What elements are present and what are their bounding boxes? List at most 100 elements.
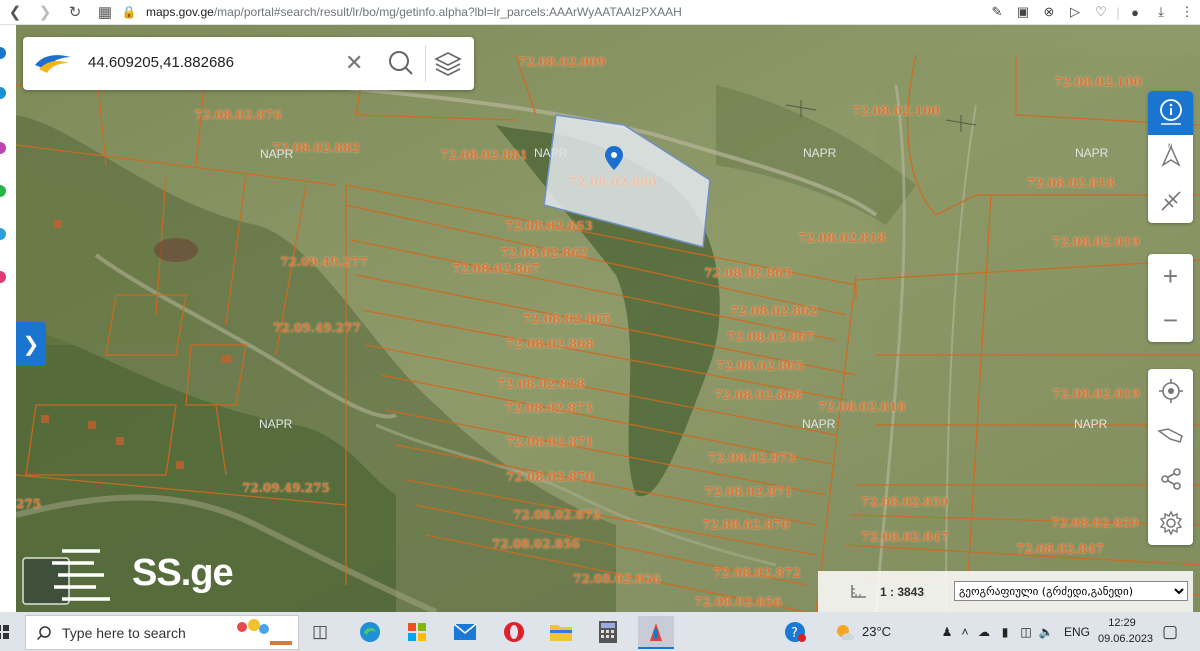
parcel-label: 72.08.02.867 bbox=[452, 262, 540, 276]
forward-icon[interactable]: ❯ bbox=[30, 0, 60, 24]
browser-toolbar: ❮ ❯ ↻ ▦ 🔒 maps.gov.ge/map/portal#search/… bbox=[0, 0, 1200, 25]
network-icon[interactable]: ◫ bbox=[1016, 625, 1036, 639]
parcel-label: 72.08.02.867 bbox=[727, 330, 815, 344]
ssge-watermark: SS.ge bbox=[22, 546, 252, 606]
north-arrow-button[interactable]: N bbox=[1148, 135, 1193, 179]
napr-label: NAPR bbox=[803, 146, 837, 160]
cloud-icon[interactable]: ☁ bbox=[974, 625, 994, 639]
measure-tool-button[interactable] bbox=[1148, 179, 1193, 223]
napr-label: NAPR bbox=[802, 417, 836, 431]
edit-icon[interactable]: ✎ bbox=[984, 4, 1010, 20]
send-icon[interactable]: ▷ bbox=[1062, 4, 1088, 20]
plus-icon: + bbox=[1162, 260, 1179, 291]
parcel-label: 72.08.02.100 bbox=[1054, 75, 1142, 89]
parcel-label: 72.08.02.818 bbox=[798, 231, 886, 245]
clear-icon[interactable]: ✕ bbox=[345, 50, 363, 76]
basemap-select[interactable]: გეოგრაფიული (გრძედი,განედი) bbox=[954, 581, 1188, 601]
parcel-label: 72.08.02.865 bbox=[716, 359, 804, 373]
profile-icon[interactable]: ● bbox=[1122, 5, 1148, 20]
people-icon[interactable]: ♟ bbox=[938, 625, 956, 639]
camera-icon[interactable]: ▣ bbox=[1010, 4, 1036, 20]
parcel-label: 72.08.02.880 bbox=[569, 175, 657, 189]
parcel-label: 72.08.02.873 bbox=[708, 451, 796, 465]
gear-icon bbox=[1159, 510, 1182, 536]
parcel-label: 72.08.02.019 bbox=[1052, 387, 1140, 401]
store-icon[interactable] bbox=[399, 616, 435, 647]
balloons-icon bbox=[237, 619, 292, 645]
draw-area-button[interactable] bbox=[1148, 413, 1193, 457]
parcel-label: 72.08.02.881 bbox=[440, 148, 528, 162]
search-icon[interactable] bbox=[387, 49, 415, 77]
browser-actions: ✎ ▣ ⊗ ▷ ♡ | ● ⤓ ⋮ bbox=[984, 0, 1200, 24]
search-icon bbox=[36, 625, 51, 640]
address-bar[interactable]: maps.gov.ge/map/portal#search/result/lr/… bbox=[146, 5, 682, 19]
parcel-label: 72.08.02.872 bbox=[513, 508, 601, 522]
zoom-controls: + − bbox=[1148, 254, 1193, 342]
edge-browser-icon[interactable] bbox=[352, 616, 388, 647]
side-app-icon[interactable] bbox=[0, 87, 6, 99]
parcel-label: 72.08.02.868 bbox=[506, 337, 594, 351]
parcel-label: 72.08.02.019 bbox=[1052, 235, 1140, 249]
side-app-icon[interactable] bbox=[0, 228, 6, 240]
shield-x-icon[interactable]: ⊗ bbox=[1036, 4, 1062, 20]
compass-icon: N bbox=[1160, 143, 1181, 167]
parcel-label: 72.08.02.876 bbox=[194, 108, 282, 122]
divider: | bbox=[1116, 4, 1120, 20]
settings-button[interactable] bbox=[1148, 501, 1193, 545]
active-app-icon[interactable] bbox=[638, 616, 674, 649]
side-app-icon[interactable] bbox=[0, 142, 6, 154]
ssge-logo-icon bbox=[22, 549, 110, 605]
volume-icon[interactable]: 🔈 bbox=[1036, 625, 1056, 639]
parcel-label: 72.08.02.871 bbox=[705, 485, 793, 499]
task-view-icon[interactable]: ◫ bbox=[302, 616, 338, 647]
search-input[interactable]: 44.609205,41.882686 bbox=[88, 54, 234, 71]
parcel-label: 72.08.02.868 bbox=[714, 388, 802, 402]
map-canvas[interactable]: 72.08.02.009 72.08.02.100 72.08.02.100 7… bbox=[16, 25, 1200, 612]
share-button[interactable] bbox=[1148, 457, 1193, 501]
back-icon[interactable]: ❮ bbox=[0, 0, 30, 24]
reload-icon[interactable]: ↻ bbox=[60, 0, 90, 24]
chevron-up-icon[interactable]: ˄ bbox=[956, 625, 974, 639]
parcel-label: 72.08.02.856 bbox=[573, 572, 661, 586]
weather-widget[interactable]: 23°C bbox=[834, 612, 891, 651]
system-tray: ♟ ˄ ☁ ▮ ◫ 🔈 ENG bbox=[938, 612, 1090, 651]
file-explorer-icon[interactable] bbox=[543, 616, 579, 647]
parcel-label: 72.09.49.277 bbox=[273, 321, 361, 335]
parcel-label: 72.08.02.847 bbox=[861, 530, 949, 544]
battery-icon[interactable]: ▮ bbox=[994, 625, 1016, 639]
help-icon[interactable]: ? bbox=[777, 616, 813, 647]
napr-label: NAPR bbox=[259, 417, 293, 431]
parcel-label: 72.08.02.009 bbox=[518, 55, 606, 69]
zoom-in-button[interactable]: + bbox=[1148, 254, 1193, 298]
parcel-label: 72.08.02.863 bbox=[704, 266, 792, 280]
calculator-icon[interactable] bbox=[590, 616, 626, 647]
taskbar-search[interactable]: Type here to search bbox=[25, 615, 299, 650]
opera-icon[interactable] bbox=[496, 616, 532, 647]
layers-icon[interactable] bbox=[433, 49, 463, 79]
expand-panel-button[interactable]: ❯ bbox=[16, 322, 46, 366]
info-tool-button[interactable] bbox=[1148, 91, 1193, 135]
parcel-label: 72.09.49.277 bbox=[280, 255, 368, 269]
menu-icon[interactable]: ⋮ bbox=[1174, 4, 1200, 20]
mail-icon[interactable] bbox=[447, 616, 483, 647]
url-host: maps.gov.ge bbox=[146, 5, 214, 19]
apps-grid-icon[interactable]: ▦ bbox=[90, 0, 120, 24]
napr-logo-icon[interactable] bbox=[33, 51, 73, 75]
clock[interactable]: 12:29 09.06.2023 bbox=[1098, 615, 1153, 647]
map-tools bbox=[1148, 369, 1193, 545]
heart-icon[interactable]: ♡ bbox=[1088, 4, 1114, 20]
browser-side-panel bbox=[0, 25, 16, 612]
language-indicator[interactable]: ENG bbox=[1064, 625, 1090, 639]
notifications-icon[interactable]: ▢ bbox=[1152, 616, 1188, 647]
download-icon[interactable]: ⤓ bbox=[1148, 4, 1174, 20]
weather-temp: 23°C bbox=[862, 624, 892, 639]
windows-start-icon[interactable] bbox=[0, 616, 12, 647]
crosshair-icon bbox=[1158, 379, 1183, 403]
locate-button[interactable] bbox=[1148, 369, 1193, 413]
side-app-icon[interactable] bbox=[0, 185, 6, 197]
side-app-icon[interactable] bbox=[0, 47, 6, 59]
parcel-label: 72.08.02.871 bbox=[506, 435, 594, 449]
divider bbox=[425, 45, 426, 82]
side-app-icon[interactable] bbox=[0, 271, 6, 283]
zoom-out-button[interactable]: − bbox=[1148, 298, 1193, 342]
